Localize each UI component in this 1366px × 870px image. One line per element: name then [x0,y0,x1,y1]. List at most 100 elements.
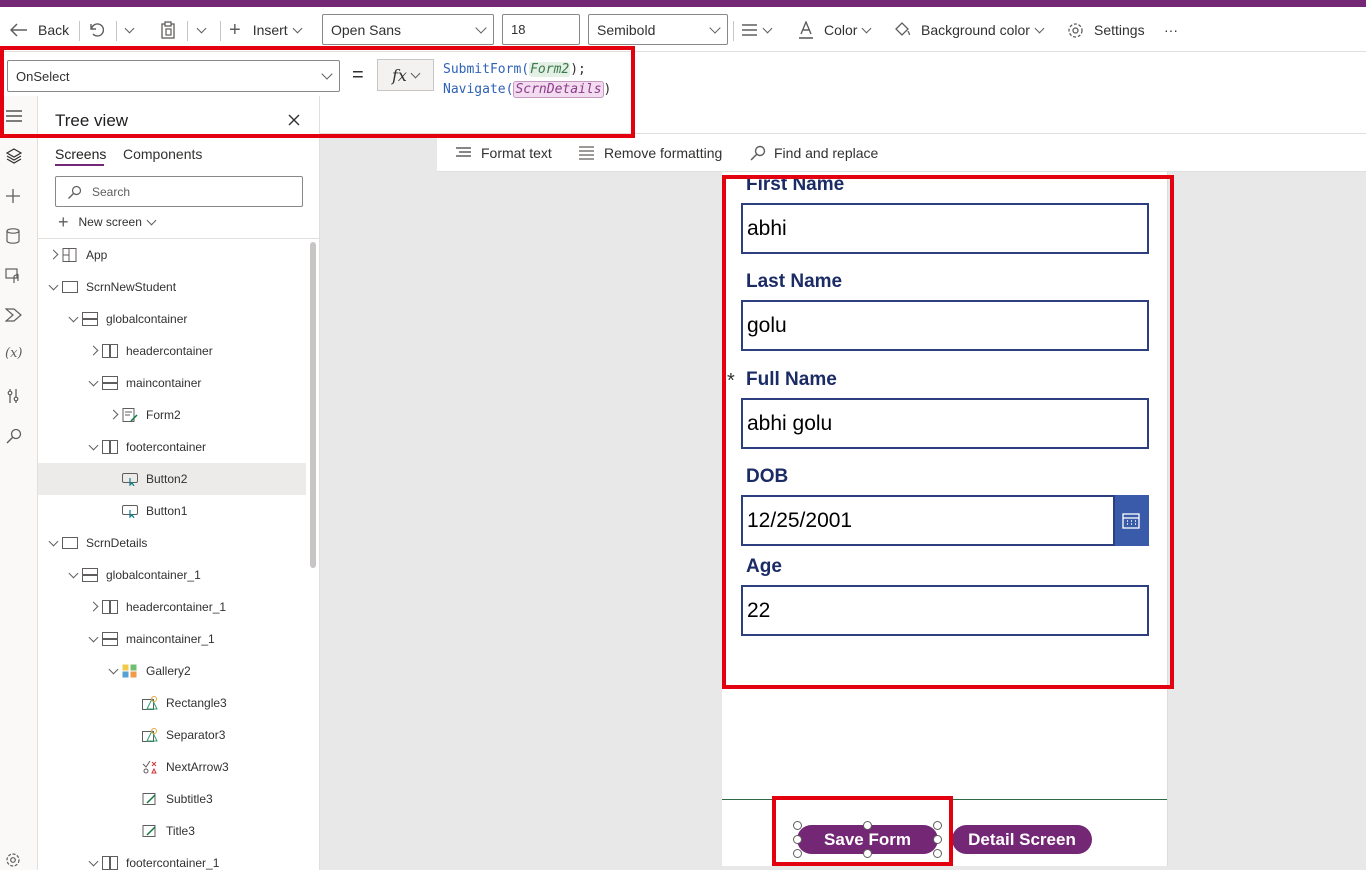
chevron-down-icon[interactable] [48,536,59,547]
detail-screen-button[interactable]: Detail Screen [952,825,1092,854]
background-color-button[interactable]: Background color [893,15,1047,45]
undo-dropdown[interactable] [120,15,137,45]
paste-dropdown[interactable] [192,15,209,45]
font-family-value: Open Sans [331,21,402,38]
field-value: abhi golu [747,411,833,435]
tab-screens[interactable]: Screens [55,146,106,162]
toolbar-divider [116,21,117,41]
tree-item[interactable]: App [38,239,306,271]
tree-item[interactable]: footercontainer_1 [38,847,306,870]
resize-handle[interactable] [793,835,802,844]
advanced-tools-icon[interactable] [7,388,20,404]
resize-handle[interactable] [933,835,942,844]
insert-icon[interactable] [5,188,21,204]
tree-item[interactable]: maincontainer_1 [38,623,306,655]
tree-item[interactable]: Rectangle3 [38,687,306,719]
undo-button[interactable] [88,15,104,45]
remove-formatting-button[interactable]: Remove formatting [578,145,722,161]
color-button[interactable]: Color [798,15,874,45]
field-input[interactable]: abhi golu [741,398,1149,449]
tree-item[interactable]: globalcontainer [38,303,306,335]
vcontainer-icon [102,632,118,646]
tree-item[interactable]: ScrnNewStudent [38,271,306,303]
resize-handle[interactable] [793,849,802,858]
tree-item-label: maincontainer [126,376,202,390]
chevron-down-icon[interactable] [48,280,59,291]
chevron-right-icon[interactable] [48,249,59,260]
variables-icon[interactable]: (x) [5,346,22,361]
data-icon[interactable] [6,228,20,244]
field-input[interactable]: abhi [741,203,1149,254]
search-icon[interactable] [6,428,22,444]
resize-handle[interactable] [863,821,872,830]
property-select[interactable]: OnSelect [7,60,340,92]
resize-handle[interactable] [933,821,942,830]
find-replace-button[interactable]: Find and replace [750,145,878,161]
calendar-picker-button[interactable] [1113,495,1149,546]
resize-handle[interactable] [933,849,942,858]
tree-item[interactable]: Subtitle3 [38,783,306,815]
tree-item[interactable]: maincontainer [38,367,306,399]
tree-item[interactable]: globalcontainer_1 [38,559,306,591]
back-button[interactable]: Back [10,15,69,45]
tree-item[interactable]: Button2 [38,463,306,495]
hamburger-menu-icon[interactable] [6,110,22,122]
tree-item[interactable]: footercontainer [38,431,306,463]
tree-view-panel: Tree view Screens Components Search + Ne… [38,96,320,870]
tree-item[interactable]: headercontainer_1 [38,591,306,623]
chevron-down-icon[interactable] [68,568,79,579]
settings-button[interactable]: Settings [1067,15,1145,45]
tree-item-label: globalcontainer [106,312,188,326]
tree-item[interactable]: NextArrow3 [38,751,306,783]
chevron-down-icon[interactable] [108,664,119,675]
tree-view-icon[interactable] [6,148,22,164]
field-label: Full Name [746,369,837,390]
media-icon[interactable] [5,268,22,284]
more-commands-button[interactable]: ··· [1164,15,1178,45]
tree-item[interactable]: Form2 [38,399,306,431]
tree-search-input[interactable]: Search [55,176,303,207]
fx-icon: fx [392,65,407,85]
align-button[interactable] [741,15,775,45]
formula-line-2: Navigate(ScrnDetails) [443,80,611,100]
chevron-down-icon[interactable] [68,312,79,323]
new-screen-button[interactable]: + New screen [58,213,159,231]
field-input[interactable]: golu [741,300,1149,351]
format-text-button[interactable]: Format text [455,145,552,161]
insert-button[interactable]: + Insert [229,15,305,45]
back-label: Back [38,22,70,38]
tab-components[interactable]: Components [123,146,202,162]
tree-scrollbar[interactable] [310,242,316,568]
chevron-right-icon[interactable] [108,409,119,420]
font-size-input[interactable]: 18 [502,14,580,45]
resize-handle[interactable] [793,821,802,830]
align-icon [742,24,757,36]
settings-gear-icon[interactable] [5,852,21,868]
field-value: golu [747,313,787,337]
close-icon[interactable] [288,114,300,126]
resize-handle[interactable] [863,849,872,858]
chevron-down-icon[interactable] [88,440,99,451]
chevron-down-icon[interactable] [88,632,99,643]
tree-item[interactable]: Separator3 [38,719,306,751]
tree-item[interactable]: headercontainer [38,335,306,367]
tree-item[interactable]: Gallery2 [38,655,306,687]
tree-item[interactable]: ScrnDetails [38,527,306,559]
tree-item[interactable]: Button1 [38,495,306,527]
tree-view-title: Tree view [55,111,129,130]
chevron-down-icon[interactable] [88,376,99,387]
chevron-down-icon[interactable] [88,856,99,867]
font-family-select[interactable]: Open Sans [322,14,494,45]
field-input[interactable]: 12/25/2001 [741,495,1115,546]
field-input[interactable]: 22 [741,585,1149,636]
power-automate-icon[interactable] [5,308,22,322]
font-weight-select[interactable]: Semibold [588,14,728,45]
chevron-right-icon[interactable] [88,601,99,612]
toolbar-divider [220,21,221,41]
formula-editor[interactable]: SubmitForm(Form2); Navigate(ScrnDetails) [443,60,611,100]
field-label: Last Name [746,271,843,292]
tree-item[interactable]: Title3 [38,815,306,847]
chevron-right-icon[interactable] [88,345,99,356]
paste-button[interactable] [160,15,176,45]
function-button[interactable]: fx [377,59,434,91]
